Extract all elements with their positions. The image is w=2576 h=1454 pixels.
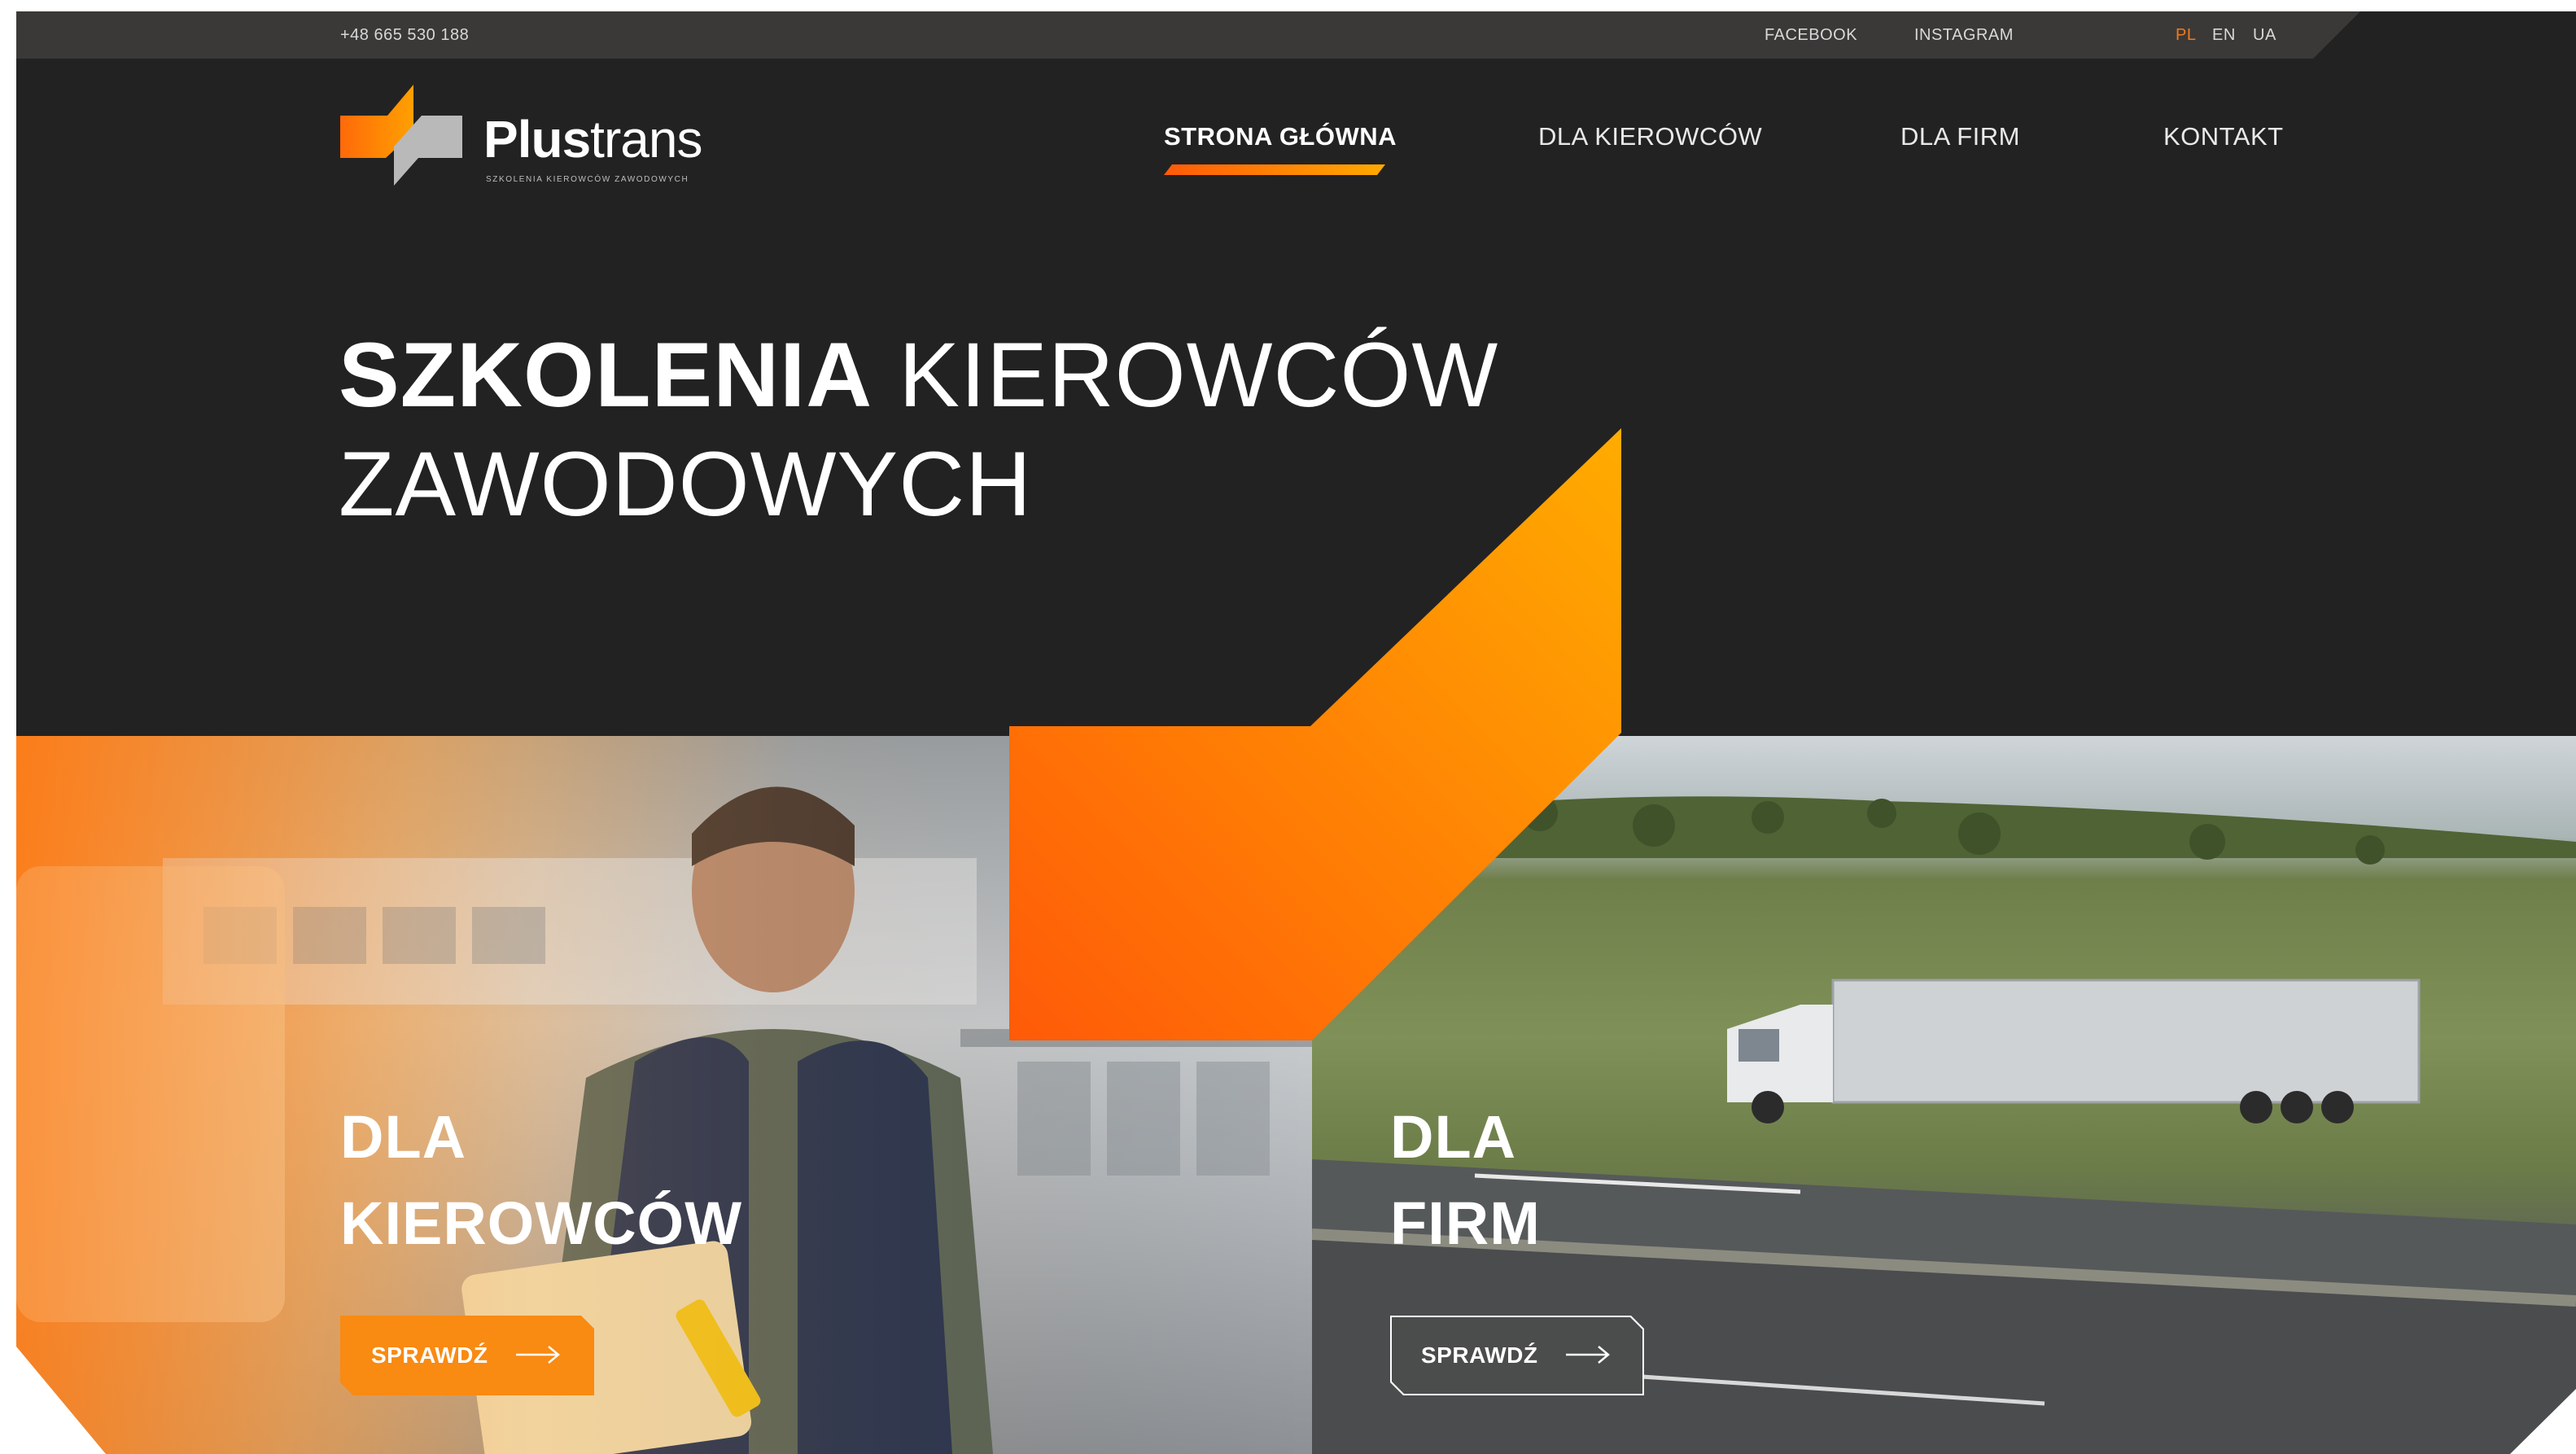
- firms-check-button[interactable]: SPRAWDŹ: [1390, 1316, 1644, 1395]
- brand-name: Plustrans: [483, 109, 702, 169]
- brand-name-bold: Plus: [483, 110, 591, 169]
- hero-title-line2: ZAWODOWYCH: [339, 433, 1032, 535]
- panel-for-drivers[interactable]: DLA KIEROWCÓW SPRAWDŹ: [16, 736, 1312, 1454]
- page-frame: +48 665 530 188 FACEBOOK INSTAGRAM PL EN…: [16, 11, 2576, 1454]
- panel-drivers-title-line2: KIEROWCÓW: [340, 1189, 743, 1257]
- panel-drivers-title: DLA KIEROWCÓW: [340, 1094, 742, 1267]
- nav-active-indicator: [1164, 164, 1385, 175]
- panel-firms-title: DLA FIRM: [1390, 1094, 1541, 1267]
- nav-for-firms[interactable]: DLA FIRM: [1900, 122, 2020, 151]
- phone-number-link[interactable]: +48 665 530 188: [340, 26, 469, 45]
- language-en-link[interactable]: EN: [2212, 26, 2236, 45]
- plustrans-logo-icon: [340, 85, 462, 186]
- nav-for-drivers[interactable]: DLA KIEROWCÓW: [1538, 122, 1762, 151]
- top-bar: +48 665 530 188 FACEBOOK INSTAGRAM PL EN…: [16, 11, 2360, 59]
- brand-name-light: trans: [590, 110, 702, 169]
- hero-title-bold: SZKOLENIA: [339, 324, 873, 426]
- drivers-check-button-label: SPRAWDŹ: [371, 1342, 488, 1368]
- arrow-right-icon: [516, 1345, 560, 1364]
- drivers-check-button[interactable]: SPRAWDŹ: [340, 1316, 594, 1395]
- facebook-link[interactable]: FACEBOOK: [1765, 26, 1857, 45]
- hero-title-rest: KIEROWCÓW: [899, 324, 1499, 426]
- language-pl-link[interactable]: PL: [2176, 26, 2196, 45]
- nav-home[interactable]: STRONA GŁÓWNA: [1164, 122, 1397, 151]
- hero-title: SZKOLENIA KIEROWCÓW ZAWODOWYCH: [339, 321, 1498, 539]
- site-logo[interactable]: Plustrans SZKOLENIA KIEROWCÓW ZAWODOWYCH: [340, 85, 702, 199]
- arrow-right-icon: [1566, 1345, 1610, 1364]
- panel-firms-title-line2: FIRM: [1390, 1189, 1541, 1257]
- nav-contact[interactable]: KONTAKT: [2163, 122, 2284, 151]
- brand-tagline: SZKOLENIA KIEROWCÓW ZAWODOWYCH: [486, 175, 689, 184]
- panel-for-firms[interactable]: DLA FIRM SPRAWDŹ: [1312, 736, 2576, 1454]
- instagram-link[interactable]: INSTAGRAM: [1914, 26, 2014, 45]
- language-ua-link[interactable]: UA: [2253, 26, 2276, 45]
- panel-firms-title-line1: DLA: [1390, 1103, 1517, 1171]
- panel-drivers-title-line1: DLA: [340, 1103, 467, 1171]
- firms-check-button-label: SPRAWDŹ: [1421, 1342, 1538, 1368]
